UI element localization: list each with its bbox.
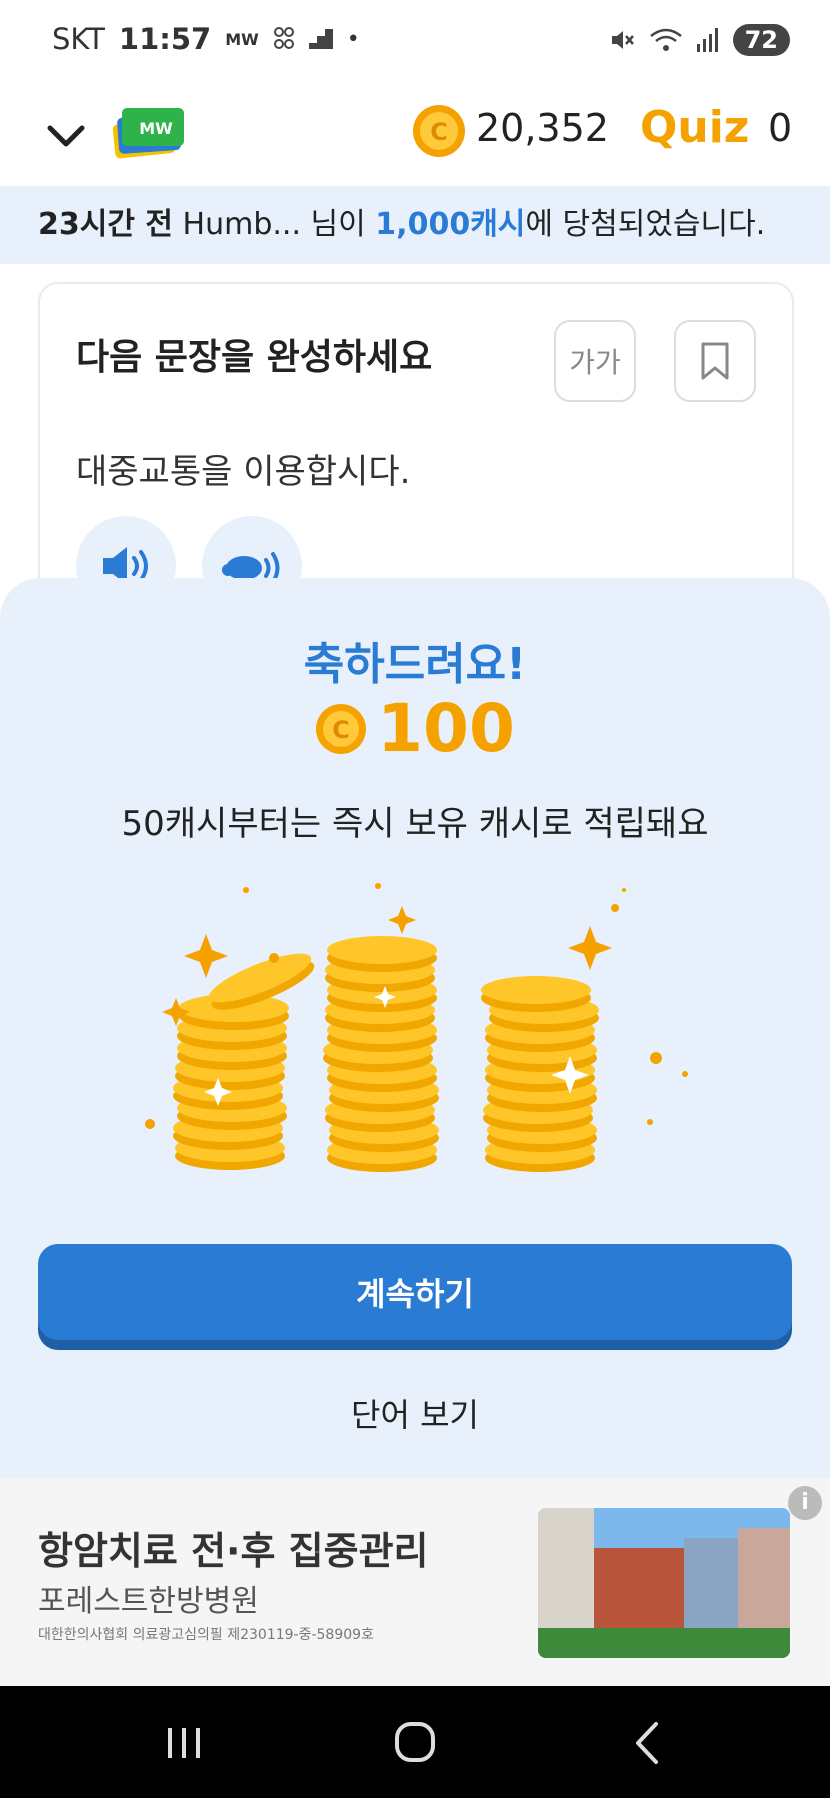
ad-banner[interactable]: 항암치료 전·후 집중관리 포레스트한방병원 대한한의사협회 의료광고심의필 제… [0, 1478, 830, 1686]
quiz-sentence: 대중교통을 이용합시다. [76, 452, 411, 492]
wifi-icon [649, 28, 682, 51]
quiz-logo[interactable]: Quiz [640, 102, 749, 153]
mute-icon [611, 31, 634, 49]
bookmark-icon [701, 342, 729, 380]
ad-fine-print: 대한한의사협회 의료광고심의필 제230119-중-58909호 [38, 1627, 374, 1643]
status-right: 72 [609, 24, 790, 56]
ad-info-icon[interactable]: i [788, 1486, 822, 1520]
notice-time: 23시간 전 [38, 207, 173, 242]
more-notifications-dot: • [346, 26, 360, 52]
clock: 11:57 [118, 22, 212, 56]
ad-hospital-image [538, 1508, 790, 1658]
app-logo: MW [112, 100, 188, 160]
notice-suffix: 에 당첨되었습니다. [525, 207, 766, 242]
recent-apps-icon[interactable] [154, 1718, 214, 1768]
winner-notice-banner: 23시간 전 Humb... 님이 1,000캐시에 당첨되었습니다. [0, 186, 830, 264]
chevron-down-icon[interactable] [44, 114, 88, 158]
logo-text: MW [139, 119, 173, 138]
cash-balance[interactable]: 20,352 [476, 106, 609, 150]
home-icon[interactable] [385, 1718, 445, 1768]
quiz-area: 다음 문장을 완성하세요 가가 대중교통을 이용합시다. [0, 264, 830, 616]
quiz-count: 0 [768, 106, 793, 150]
battery-indicator: 72 [732, 24, 790, 56]
stairs-notification-icon [308, 29, 333, 49]
status-left: SKT 11:57 MW • [52, 22, 360, 56]
continue-button[interactable]: 계속하기 [38, 1244, 792, 1340]
mw-notification-icon: MW [225, 29, 259, 49]
bookmark-button[interactable] [674, 320, 756, 402]
font-size-button[interactable]: 가가 [554, 320, 636, 402]
notice-user: Humb... [182, 207, 301, 242]
coin-icon: C [316, 703, 367, 754]
notice-amount: 1,000캐시 [375, 207, 526, 242]
carrier-label: SKT [52, 22, 105, 56]
ad-title: 항암치료 전·후 집중관리 [38, 1529, 429, 1573]
notice-middle: 님이 [310, 207, 366, 242]
app-notification-icon [273, 27, 294, 49]
reward-description: 50캐시부터는 즉시 보유 캐시로 적립돼요 [121, 804, 709, 844]
coin-icon: C [413, 105, 465, 157]
ad-subtitle: 포레스트한방병원 [38, 1584, 259, 1619]
reward-row: C 100 [0, 690, 830, 767]
app-header: MW C 20,352 Quiz 0 [0, 86, 830, 186]
back-icon[interactable] [618, 1718, 678, 1768]
signal-icon [696, 28, 718, 52]
svg-text:C: C [430, 118, 448, 146]
view-words-button[interactable]: 단어 보기 [0, 1390, 830, 1436]
status-bar: SKT 11:57 MW • 72 [0, 0, 830, 86]
reward-bottom-sheet: 축하드려요! C 100 50캐시부터는 즉시 보유 캐시로 적립돼요 계속하기… [0, 578, 830, 1478]
coin-stacks-illustration [145, 883, 688, 1172]
svg-text:C: C [332, 716, 350, 744]
congrats-title: 축하드려요! [303, 639, 527, 690]
quiz-title: 다음 문장을 완성하세요 [76, 337, 433, 378]
quiz-card: 다음 문장을 완성하세요 가가 대중교통을 이용합시다. [38, 282, 794, 616]
system-navigation-bar [0, 1686, 830, 1798]
reward-amount: 100 [377, 690, 515, 767]
